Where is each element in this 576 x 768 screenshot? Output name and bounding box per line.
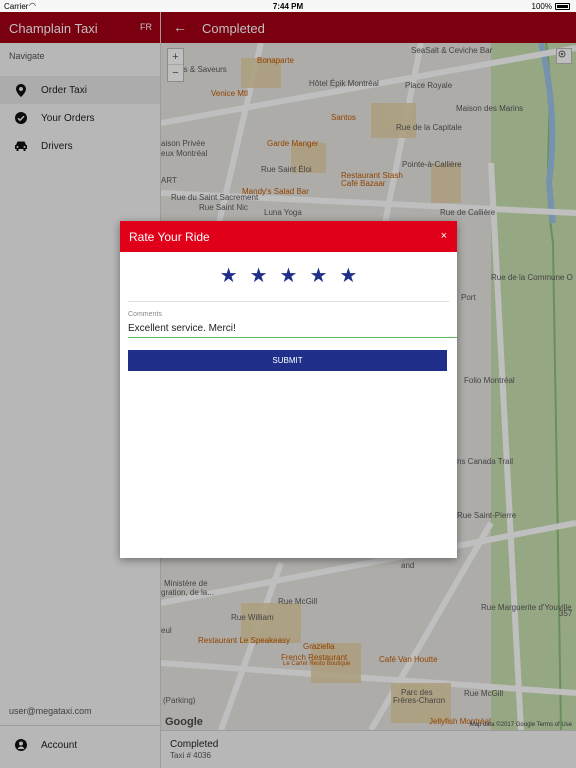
dialog-header: Rate Your Ride × (120, 221, 457, 252)
submit-button[interactable]: SUBMIT (128, 350, 447, 371)
star-icon[interactable]: ★ (250, 266, 268, 286)
battery-icon (555, 3, 570, 10)
dialog-title: Rate Your Ride (129, 230, 210, 244)
dialog-divider (128, 301, 449, 302)
close-icon[interactable]: × (441, 230, 447, 242)
comments-label: Comments (128, 311, 162, 318)
comments-field[interactable] (128, 320, 457, 338)
star-icon[interactable]: ★ (280, 266, 298, 286)
rate-ride-dialog: Rate Your Ride × ★ ★ ★ ★ ★ Comments SUBMIT (120, 221, 457, 558)
star-rating: ★ ★ ★ ★ ★ (120, 266, 457, 286)
battery-percent: 100% (531, 2, 552, 11)
star-icon[interactable]: ★ (309, 266, 327, 286)
star-icon[interactable]: ★ (220, 266, 238, 286)
status-time: 7:44 PM (272, 2, 304, 11)
status-bar: Carrier ◠ 7:44 PM 100% (0, 0, 576, 12)
star-icon[interactable]: ★ (339, 266, 357, 286)
